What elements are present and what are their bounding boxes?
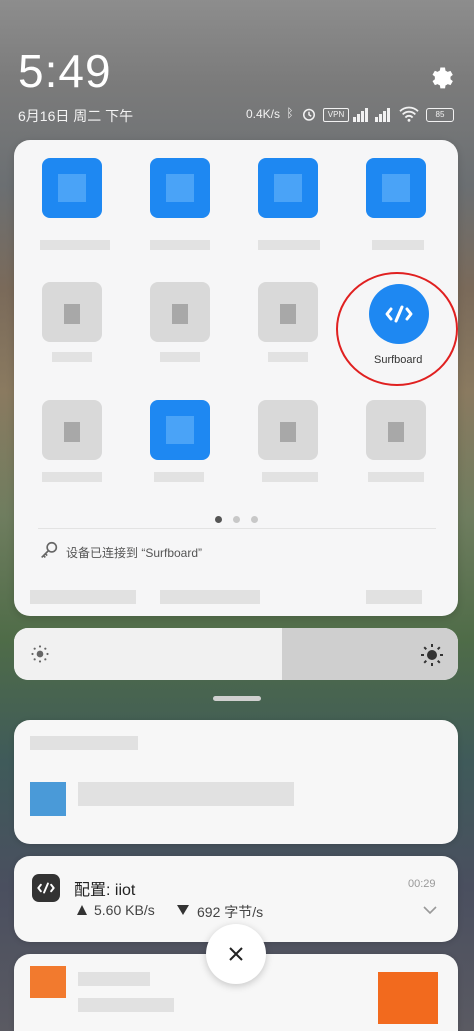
quick-tile[interactable] [366,158,426,218]
tile-label-blur [262,472,318,482]
highlight-ring [336,272,458,386]
battery-icon: 85 [426,108,454,122]
tile-label-blur [40,240,110,250]
blurred-content [78,972,150,986]
network-speed: 0.4K/s [246,107,281,121]
tile-label-blur [52,352,92,362]
upload-arrow-icon [77,905,87,915]
quick-tile[interactable] [42,158,102,218]
chevron-down-icon[interactable] [422,904,438,916]
signal-2-icon [375,108,390,122]
quick-tile[interactable] [150,158,210,218]
tile-label-blur [258,240,320,250]
download-arrow-icon [177,905,189,915]
alarm-icon [303,108,315,121]
tile-label-blur [372,240,424,250]
vpn-connection-status[interactable]: 设备已连接到 “Surfboard” [66,544,202,561]
thumbnail-blurred [378,972,438,1024]
blurred-content [78,998,174,1012]
page-dot-active[interactable] [215,516,222,523]
settings-gear-icon[interactable] [426,64,454,92]
brightness-fill [14,628,282,680]
brightness-slider[interactable] [14,628,458,680]
vpn-icon: VPN [323,108,349,122]
quick-tile[interactable] [42,400,102,460]
status-date: 6月16日 周二 下午 [18,108,134,124]
key-icon [41,541,58,559]
page-dot[interactable] [233,516,240,523]
app-icon-blurred [30,782,66,816]
quick-tile[interactable] [258,282,318,342]
quick-tile[interactable] [150,282,210,342]
app-icon-blurred [30,966,66,998]
tile-label-blur [160,352,200,362]
clock-time: 5:49 [18,45,112,97]
drag-handle[interactable] [213,696,261,701]
bluetooth-icon: ᛒ [286,106,294,120]
page-dot[interactable] [251,516,258,523]
close-icon [229,947,243,961]
blurred-content [160,590,260,604]
brightness-high-icon [421,644,443,666]
blurred-content [30,590,136,604]
clear-all-close-button[interactable] [206,924,266,984]
download-speed: 692 字节/s [197,904,264,920]
signal-icon [353,108,368,122]
divider [38,528,436,529]
tile-label-blur [368,472,424,482]
blurred-content [78,782,294,806]
surfboard-app-icon [32,874,60,902]
tile-label-blur [268,352,308,362]
upload-speed: 5.60 KB/s [94,902,155,918]
notification-time: 00:29 [408,878,436,890]
tile-label-blur [154,472,204,482]
quick-tile[interactable] [42,282,102,342]
blurred-content [366,590,422,604]
tile-label-blur [42,472,102,482]
tile-label-blur [150,240,210,250]
blurred-content [30,736,138,750]
wifi-icon [399,106,419,122]
notification-title: 配置: iiot [74,882,136,899]
surfboard-logo-icon [37,882,55,894]
quick-tile[interactable] [258,400,318,460]
quick-tile[interactable] [258,158,318,218]
quick-tile[interactable] [366,400,426,460]
brightness-low-icon [31,645,49,663]
quick-tile[interactable] [150,400,210,460]
